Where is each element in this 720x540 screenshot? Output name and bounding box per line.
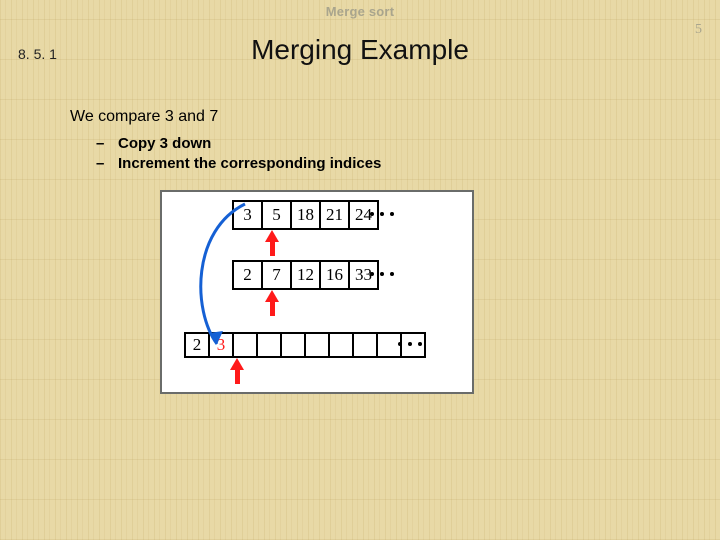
bullet-dash-icon: – [96, 154, 108, 174]
cell [304, 332, 330, 358]
bullet-list: – Copy 3 down – Increment the correspond… [96, 134, 680, 175]
cell [352, 332, 378, 358]
cell: 16 [319, 260, 350, 290]
ellipsis-icon [370, 212, 394, 216]
bullet-text: Increment the corresponding indices [118, 154, 381, 174]
slide-topic: Merge sort [0, 4, 720, 19]
bullet-item: – Increment the corresponding indices [96, 154, 680, 174]
bullet-dash-icon: – [96, 134, 108, 154]
cell: 12 [290, 260, 321, 290]
copy-curve-icon [182, 200, 262, 355]
slide-body: We compare 3 and 7 – Copy 3 down – Incre… [70, 108, 680, 175]
cell: 21 [319, 200, 350, 230]
slide-title: Merging Example [0, 34, 720, 66]
merge-diagram: 3 5 18 21 24 2 7 12 16 33 2 3 [160, 190, 474, 394]
cell [328, 332, 354, 358]
cell: 5 [261, 200, 292, 230]
cell: 7 [261, 260, 292, 290]
cell: 18 [290, 200, 321, 230]
ellipsis-icon [398, 342, 422, 346]
cell [280, 332, 306, 358]
bullet-item: – Copy 3 down [96, 134, 680, 154]
bullet-text: Copy 3 down [118, 134, 211, 154]
ellipsis-icon [370, 272, 394, 276]
pointer-a-arrow-icon [265, 230, 279, 256]
pointer-b-arrow-icon [265, 290, 279, 316]
lead-text: We compare 3 and 7 [70, 108, 680, 126]
pointer-merged-arrow-icon [230, 358, 244, 384]
